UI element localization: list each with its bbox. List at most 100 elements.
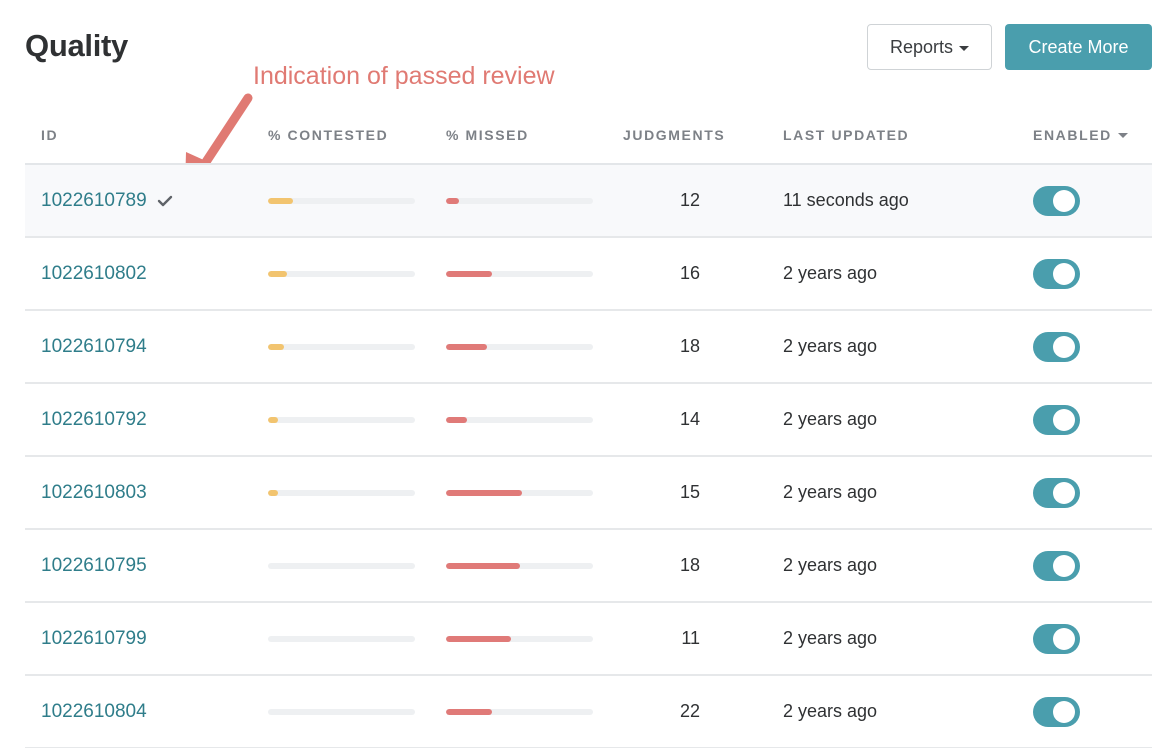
toggle-knob bbox=[1053, 700, 1075, 723]
contested-cell bbox=[268, 530, 415, 601]
table-row: 1022610792 14 2 years ago bbox=[25, 384, 1152, 457]
toggle-knob bbox=[1053, 262, 1075, 285]
enabled-toggle[interactable] bbox=[1033, 185, 1080, 216]
last-updated: 2 years ago bbox=[783, 701, 878, 721]
toggle-knob bbox=[1053, 481, 1075, 504]
missed-cell bbox=[446, 530, 593, 601]
enabled-cell bbox=[1033, 676, 1080, 747]
column-header-enabled[interactable]: ENABLED bbox=[1033, 127, 1128, 143]
enabled-cell bbox=[1033, 384, 1080, 455]
enabled-cell bbox=[1033, 311, 1080, 382]
contested-bar-fill bbox=[268, 197, 293, 204]
contested-progress-bar bbox=[268, 343, 415, 350]
missed-progress-bar bbox=[446, 708, 593, 715]
id-cell: 1022610795 bbox=[41, 530, 147, 601]
column-header-last-updated[interactable]: LAST UPDATED bbox=[783, 127, 909, 143]
row-id-link[interactable]: 1022610804 bbox=[41, 701, 147, 723]
row-id-link[interactable]: 1022610795 bbox=[41, 555, 147, 577]
missed-bar-fill bbox=[446, 270, 492, 277]
enabled-toggle[interactable] bbox=[1033, 331, 1080, 362]
checkmark-icon bbox=[157, 195, 173, 207]
judgments-count: 11 bbox=[681, 628, 700, 648]
last-updated: 2 years ago bbox=[783, 555, 878, 575]
missed-bar-fill bbox=[446, 635, 511, 642]
contested-bar-fill bbox=[268, 416, 279, 423]
table-row: 1022610802 16 2 years ago bbox=[25, 238, 1152, 311]
column-header-contested[interactable]: % CONTESTED bbox=[268, 127, 388, 143]
id-cell: 1022610794 bbox=[41, 311, 147, 382]
missed-bar-fill bbox=[446, 343, 488, 350]
enabled-toggle[interactable] bbox=[1033, 404, 1080, 435]
contested-cell bbox=[268, 457, 415, 528]
id-cell: 1022610803 bbox=[41, 457, 147, 528]
toggle-knob bbox=[1053, 189, 1075, 212]
enabled-toggle[interactable] bbox=[1033, 696, 1080, 727]
id-cell: 1022610789 bbox=[41, 165, 173, 236]
row-id-link[interactable]: 1022610802 bbox=[41, 263, 147, 285]
table-row: 1022610799 11 2 years ago bbox=[25, 603, 1152, 676]
missed-progress-bar bbox=[446, 562, 593, 569]
missed-cell bbox=[446, 165, 593, 236]
enabled-cell bbox=[1033, 238, 1080, 309]
toggle-knob bbox=[1053, 335, 1075, 358]
id-cell: 1022610804 bbox=[41, 676, 147, 747]
row-id-link[interactable]: 1022610799 bbox=[41, 628, 147, 650]
toggle-knob bbox=[1053, 627, 1075, 650]
enabled-toggle[interactable] bbox=[1033, 550, 1080, 581]
missed-cell bbox=[446, 457, 593, 528]
missed-cell bbox=[446, 384, 593, 455]
id-cell: 1022610799 bbox=[41, 603, 147, 674]
enabled-cell bbox=[1033, 530, 1080, 601]
contested-bar-fill bbox=[268, 343, 285, 350]
contested-progress-bar bbox=[268, 416, 415, 423]
missed-progress-bar bbox=[446, 635, 593, 642]
judgments-count: 14 bbox=[679, 409, 700, 429]
column-header-id[interactable]: ID bbox=[41, 127, 58, 143]
contested-progress-bar bbox=[268, 197, 415, 204]
contested-cell bbox=[268, 603, 415, 674]
missed-bar-fill bbox=[446, 562, 520, 569]
enabled-toggle[interactable] bbox=[1033, 258, 1080, 289]
contested-cell bbox=[268, 311, 415, 382]
table-row: 1022610789 12 11 seconds ago bbox=[25, 165, 1152, 238]
row-id-link[interactable]: 1022610789 bbox=[41, 190, 147, 212]
caret-down-icon bbox=[1117, 132, 1128, 138]
missed-bar-fill bbox=[446, 197, 460, 204]
quality-page: Quality Reports Create More Indication o… bbox=[0, 0, 1172, 748]
enabled-label: ENABLED bbox=[1033, 127, 1112, 143]
missed-bar-fill bbox=[446, 489, 523, 496]
table-row: 1022610803 15 2 years ago bbox=[25, 457, 1152, 530]
id-cell: 1022610792 bbox=[41, 384, 147, 455]
missed-progress-bar bbox=[446, 270, 593, 277]
create-more-button[interactable]: Create More bbox=[1005, 24, 1152, 70]
enabled-toggle[interactable] bbox=[1033, 477, 1080, 508]
row-id-link[interactable]: 1022610792 bbox=[41, 409, 147, 431]
annotation-label: Indication of passed review bbox=[253, 62, 555, 90]
last-updated: 11 seconds ago bbox=[783, 190, 909, 210]
reports-label: Reports bbox=[889, 36, 954, 57]
enabled-toggle[interactable] bbox=[1033, 623, 1080, 654]
missed-progress-bar bbox=[446, 197, 593, 204]
judgments-count: 18 bbox=[679, 555, 700, 575]
missed-cell bbox=[446, 603, 593, 674]
row-id-link[interactable]: 1022610803 bbox=[41, 482, 147, 504]
contested-bar-fill bbox=[268, 489, 279, 496]
missed-progress-bar bbox=[446, 416, 593, 423]
reports-dropdown-button[interactable]: Reports bbox=[867, 24, 992, 70]
contested-bar-fill bbox=[268, 270, 288, 277]
contested-progress-bar bbox=[268, 270, 415, 277]
missed-cell bbox=[446, 238, 593, 309]
contested-cell bbox=[268, 676, 415, 747]
quality-table: ID % CONTESTED % MISSED JUDGMENTS LAST U… bbox=[25, 102, 1152, 748]
toggle-knob bbox=[1053, 554, 1075, 577]
column-header-judgments[interactable]: JUDGMENTS bbox=[623, 127, 725, 143]
contested-cell bbox=[268, 384, 415, 455]
row-id-link[interactable]: 1022610794 bbox=[41, 336, 147, 358]
contested-progress-bar bbox=[268, 708, 415, 715]
judgments-count: 16 bbox=[679, 263, 700, 283]
contested-cell bbox=[268, 238, 415, 309]
column-header-missed[interactable]: % MISSED bbox=[446, 127, 529, 143]
page-title: Quality bbox=[25, 28, 128, 63]
table-header: ID % CONTESTED % MISSED JUDGMENTS LAST U… bbox=[25, 102, 1152, 165]
contested-progress-bar bbox=[268, 635, 415, 642]
